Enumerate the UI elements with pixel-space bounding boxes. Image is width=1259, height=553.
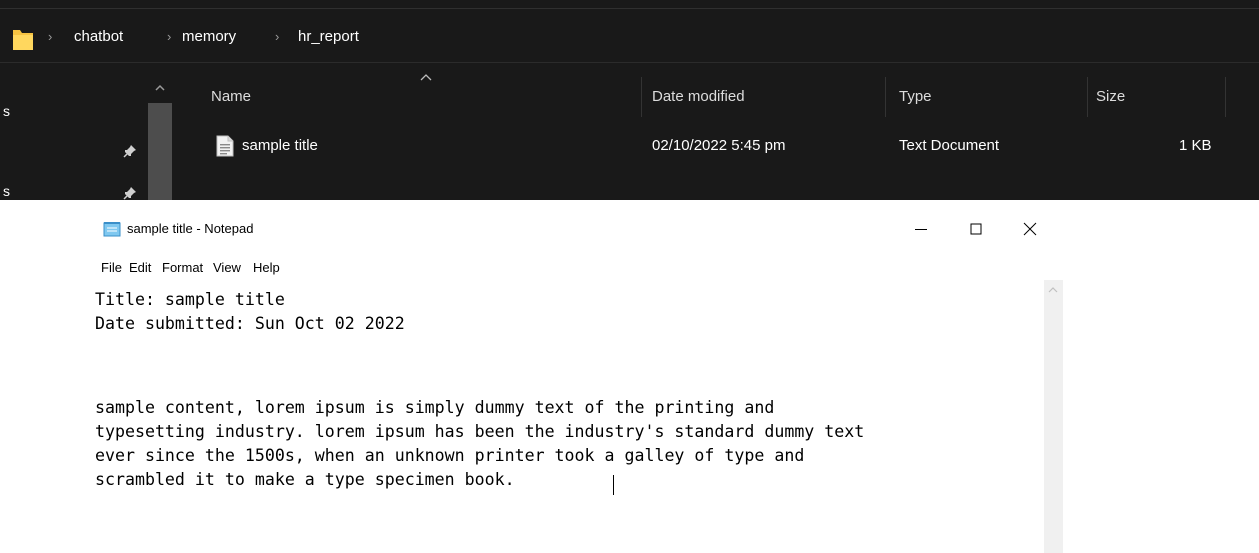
navigation-pane: s s: [0, 63, 175, 200]
folder-icon: [13, 30, 33, 50]
menu-edit[interactable]: Edit: [129, 260, 151, 276]
text-caret: [613, 475, 614, 495]
column-header-name[interactable]: Name: [211, 87, 251, 107]
pin-icon[interactable]: [123, 144, 137, 158]
menu-help[interactable]: Help: [253, 260, 280, 276]
text-line: ever since the 1500s, when an unknown pr…: [95, 446, 805, 465]
file-size: 1 KB: [1179, 137, 1212, 154]
column-header-type[interactable]: Type: [899, 87, 932, 107]
window-title: sample title - Notepad: [127, 221, 254, 236]
minimize-icon[interactable]: [901, 216, 941, 242]
breadcrumb-memory[interactable]: memory: [182, 27, 236, 47]
title-bar[interactable]: sample title - Notepad: [82, 204, 1063, 252]
close-icon[interactable]: [1010, 216, 1050, 242]
text-line: sample content, lorem ipsum is simply du…: [95, 398, 775, 417]
vertical-scrollbar[interactable]: [1044, 280, 1063, 553]
file-list: Name Date modified Type Size sample titl…: [176, 63, 1259, 200]
column-divider[interactable]: [641, 77, 642, 117]
text-line: Title: sample title: [95, 290, 285, 309]
column-divider[interactable]: [1087, 77, 1088, 117]
file-date-modified: 02/10/2022 5:45 pm: [652, 137, 786, 154]
text-document-icon: [216, 135, 234, 157]
scrollbar-thumb[interactable]: [148, 103, 172, 200]
menu-view[interactable]: View: [213, 260, 241, 276]
text-line: Date submitted: Sun Oct 02 2022: [95, 314, 405, 333]
column-header-date-modified[interactable]: Date modified: [652, 87, 745, 107]
nav-item[interactable]: s: [3, 103, 10, 119]
navigation-scrollbar[interactable]: [146, 63, 174, 200]
column-divider[interactable]: [1225, 77, 1226, 117]
chevron-right-icon: ›: [167, 29, 172, 44]
text-line: scrambled it to make a type specimen boo…: [95, 470, 525, 489]
chevron-right-icon: ›: [275, 29, 280, 44]
column-divider[interactable]: [885, 77, 886, 117]
text-line: typesetting industry. lorem ipsum has be…: [95, 422, 865, 441]
address-bar-top-border: [0, 8, 1259, 9]
text-editor[interactable]: Title: sample title Date submitted: Sun …: [82, 280, 1044, 553]
file-name[interactable]: sample title: [242, 136, 318, 156]
notepad-icon: [103, 222, 121, 237]
menu-bar: File Edit Format View Help: [82, 256, 1063, 280]
column-header-size[interactable]: Size: [1096, 87, 1125, 107]
breadcrumb-hr-report[interactable]: hr_report: [298, 27, 359, 47]
menu-file[interactable]: File: [101, 260, 122, 276]
address-bar[interactable]: › chatbot › memory › hr_report: [0, 0, 1259, 63]
menu-format[interactable]: Format: [162, 260, 203, 276]
pin-icon[interactable]: [123, 186, 137, 200]
nav-item[interactable]: s: [3, 183, 10, 199]
chevron-up-icon[interactable]: [155, 83, 165, 93]
file-type: Text Document: [899, 137, 1000, 154]
maximize-icon[interactable]: [956, 216, 996, 242]
chevron-up-icon[interactable]: [1048, 286, 1058, 294]
sort-ascending-icon: [420, 74, 432, 81]
chevron-right-icon: ›: [48, 29, 53, 44]
notepad-window: sample title - Notepad File Edit Format …: [82, 204, 1063, 553]
breadcrumb-chatbot[interactable]: chatbot: [74, 27, 123, 47]
file-explorer-window: › chatbot › memory › hr_report s s Name: [0, 0, 1259, 200]
